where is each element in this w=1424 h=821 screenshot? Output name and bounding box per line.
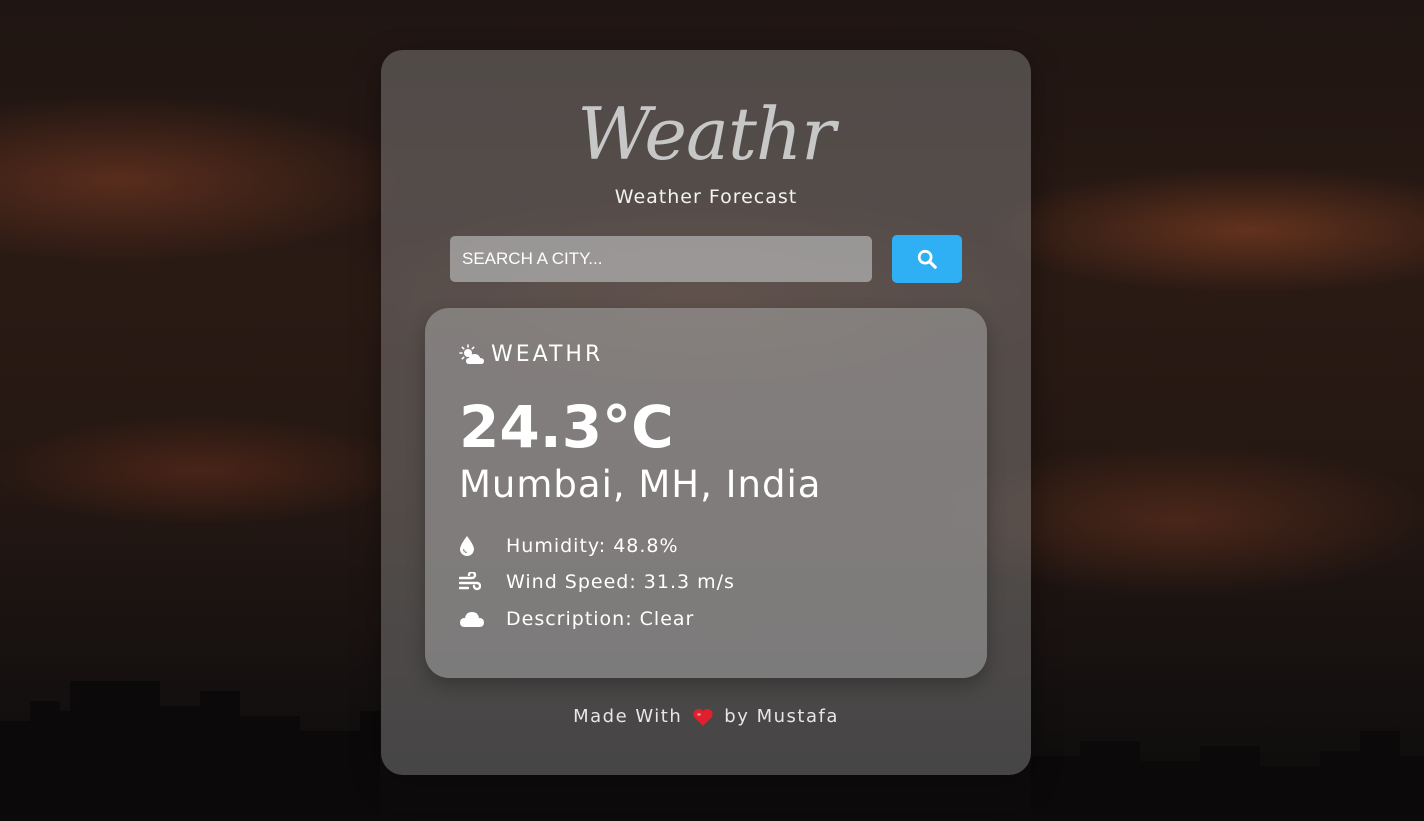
wind-speed-text: Wind Speed: 31.3 m/s	[506, 571, 735, 593]
heart-icon	[693, 708, 713, 726]
footer-made-with: Made With	[573, 706, 683, 727]
description-text: Description: Clear	[506, 608, 695, 630]
weather-app-panel: Weathr Weather Forecast WEATHR 24.	[381, 50, 1031, 775]
app-subtitle: Weather Forecast	[614, 186, 798, 208]
footer-credit: Made With by Mustafa	[381, 706, 1031, 727]
location-name: Mumbai, MH, India	[459, 463, 822, 506]
partly-cloudy-icon	[459, 343, 484, 364]
card-brand: WEATHR	[459, 342, 603, 367]
humidity-row: Humidity: 48.8%	[459, 534, 679, 558]
humidity-text: Humidity: 48.8%	[506, 535, 679, 557]
cloud-icon	[459, 607, 487, 631]
search-input[interactable]	[450, 236, 872, 282]
card-brand-label: WEATHR	[491, 342, 604, 367]
description-row: Description: Clear	[459, 607, 694, 631]
footer-author: by Mustafa	[724, 706, 839, 727]
temperature-value: 24.3°C	[459, 393, 674, 461]
app-logo: Weathr	[577, 92, 835, 176]
wind-icon	[459, 570, 487, 594]
search-icon	[917, 249, 937, 269]
wind-speed-row: Wind Speed: 31.3 m/s	[459, 570, 735, 594]
droplet-icon	[459, 534, 487, 558]
search-button[interactable]	[892, 235, 962, 283]
weather-card: WEATHR 24.3°C Mumbai, MH, India Humidity…	[425, 308, 987, 678]
